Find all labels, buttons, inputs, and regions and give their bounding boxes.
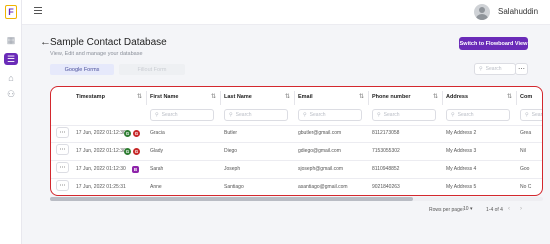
search-icon: ⚲ [377, 112, 381, 118]
avatar[interactable] [474, 4, 490, 20]
cell-timestamp: 17 Jun, 2022 01:12:30 [76, 166, 126, 172]
list-icon[interactable]: ☰ [4, 53, 18, 65]
green-badge-icon: G [124, 148, 131, 155]
more-options-button[interactable]: ⋯ [515, 63, 528, 75]
filter-phone-number[interactable]: ⚲ Search [372, 109, 436, 121]
cell-com: Nil [520, 148, 526, 154]
cell-first-name: Sarah [150, 166, 164, 172]
cell-last-name: Diego [224, 148, 238, 154]
sort-icon[interactable]: ⇅ [285, 93, 290, 100]
column-divider[interactable] [294, 91, 295, 105]
page-title: Sample Contact Database [50, 37, 167, 48]
app-logo[interactable]: F [5, 5, 17, 19]
cell-timestamp: 17 Jun, 2022 01:25:31 [76, 184, 126, 190]
header-address[interactable]: Address [446, 94, 468, 100]
switch-to-flowboard-button[interactable]: Switch to Flowboard View [459, 37, 528, 50]
sidebar: F ▦ ☰ ⌂ ⚇ [0, 0, 22, 244]
search-icon: ⚲ [229, 112, 233, 118]
header-com[interactable]: Com [520, 94, 532, 100]
cell-address: My Address 2 [446, 130, 477, 136]
prev-page-icon[interactable]: ‹ [508, 206, 510, 212]
column-divider[interactable] [146, 91, 147, 105]
column-divider[interactable] [442, 91, 443, 105]
filter-first-name[interactable]: ⚲ Search [150, 109, 214, 121]
header-last-name[interactable]: Last Name [224, 94, 252, 100]
top-bar: Salahuddin ⌄ [22, 0, 550, 25]
cell-address: My Address 3 [446, 148, 477, 154]
filter-email[interactable]: ⚲ Search [298, 109, 362, 121]
cell-last-name: Butler [224, 130, 238, 136]
filter-address[interactable]: ⚲ Search [446, 109, 510, 121]
sort-icon[interactable]: ⇅ [137, 93, 142, 100]
header-email[interactable]: Email [298, 94, 313, 100]
next-page-icon[interactable]: › [520, 206, 522, 212]
tab-other-form[interactable]: Fillout Form [119, 64, 185, 75]
search-icon: ⚲ [155, 112, 159, 118]
cell-email: gbutler@gmail.com [298, 130, 342, 136]
column-divider[interactable] [516, 91, 517, 105]
row-menu-button[interactable]: ⋯ [56, 127, 69, 138]
scrollbar-thumb[interactable] [50, 197, 413, 201]
row-menu-button[interactable]: ⋯ [56, 144, 69, 155]
column-divider[interactable] [220, 91, 221, 105]
page-range: 1-4 of 4 [486, 207, 503, 213]
grid-icon[interactable]: ▦ [5, 35, 17, 46]
cell-com: No C [520, 184, 532, 190]
horizontal-scrollbar[interactable] [50, 197, 543, 201]
rows-per-page-label: Rows per page: [429, 207, 465, 213]
green-badge-icon: G [124, 130, 131, 137]
cell-timestamp: 17 Jun, 2022 01:12:30 [76, 130, 126, 136]
rows-per-page-select[interactable]: 10 ▾ [463, 206, 472, 212]
column-divider[interactable] [368, 91, 369, 105]
row-menu-button[interactable]: ⋯ [56, 180, 69, 191]
search-icon: ⚲ [303, 112, 307, 118]
cell-last-name: Santiago [224, 184, 244, 190]
filter-last-name[interactable]: ⚲ Search [224, 109, 288, 121]
hamburger-menu-icon[interactable] [34, 7, 42, 14]
row-divider [51, 160, 542, 161]
data-table: Timestamp ⇅ First Name ⇅ Last Name ⇅ Ema… [50, 86, 543, 196]
cell-phone: 7153055302 [372, 148, 400, 154]
cell-first-name: Gracia [150, 130, 165, 136]
row-menu-button[interactable]: ⋯ [56, 162, 69, 173]
sort-icon[interactable]: ⇅ [211, 93, 216, 100]
cell-phone: 9021840263 [372, 184, 400, 190]
cell-address: My Address 5 [446, 184, 477, 190]
sort-icon[interactable]: ⇅ [507, 93, 512, 100]
sort-icon[interactable]: ⇅ [359, 93, 364, 100]
cell-timestamp: 17 Jun, 2022 01:12:30 [76, 148, 126, 154]
tab-google-forms[interactable]: Google Forms [50, 64, 114, 75]
username[interactable]: Salahuddin [498, 7, 538, 16]
row-divider [51, 178, 542, 179]
cell-com: Grea [520, 130, 532, 136]
cell-first-name: Glady [150, 148, 164, 154]
cell-phone: 8110948852 [372, 166, 400, 172]
search-icon: ⚲ [451, 112, 455, 118]
cell-last-name: Joseph [224, 166, 241, 172]
search-placeholder: Search [485, 66, 502, 72]
search-icon: ⚲ [479, 66, 483, 72]
header-phone-number[interactable]: Phone number [372, 94, 411, 100]
row-divider [51, 125, 542, 126]
red-badge-icon: G [133, 148, 140, 155]
home-icon[interactable]: ⌂ [5, 72, 17, 83]
cell-com: Goo [520, 166, 530, 172]
cell-address: My Address 4 [446, 166, 477, 172]
purple-badge-icon: B [132, 166, 139, 173]
cell-email: asantiago@gmail.com [298, 184, 348, 190]
cell-first-name: Anne [150, 184, 162, 190]
page-subtitle: View, Edit and manage your database [50, 51, 143, 57]
cell-phone: 8112173058 [372, 130, 400, 136]
red-badge-icon: G [133, 130, 140, 137]
header-first-name[interactable]: First Name [150, 94, 178, 100]
sort-icon[interactable]: ⇅ [433, 93, 438, 100]
users-icon[interactable]: ⚇ [5, 89, 17, 100]
header-timestamp[interactable]: Timestamp [76, 94, 105, 100]
cell-email: gdiego@gmail.com [298, 148, 341, 154]
filter-com[interactable]: ⚲Search [520, 109, 542, 121]
search-input[interactable]: ⚲ Search [474, 63, 516, 75]
cell-email: sjoseph@gmail.com [298, 166, 344, 172]
search-icon: ⚲ [525, 112, 529, 118]
row-divider [51, 142, 542, 143]
